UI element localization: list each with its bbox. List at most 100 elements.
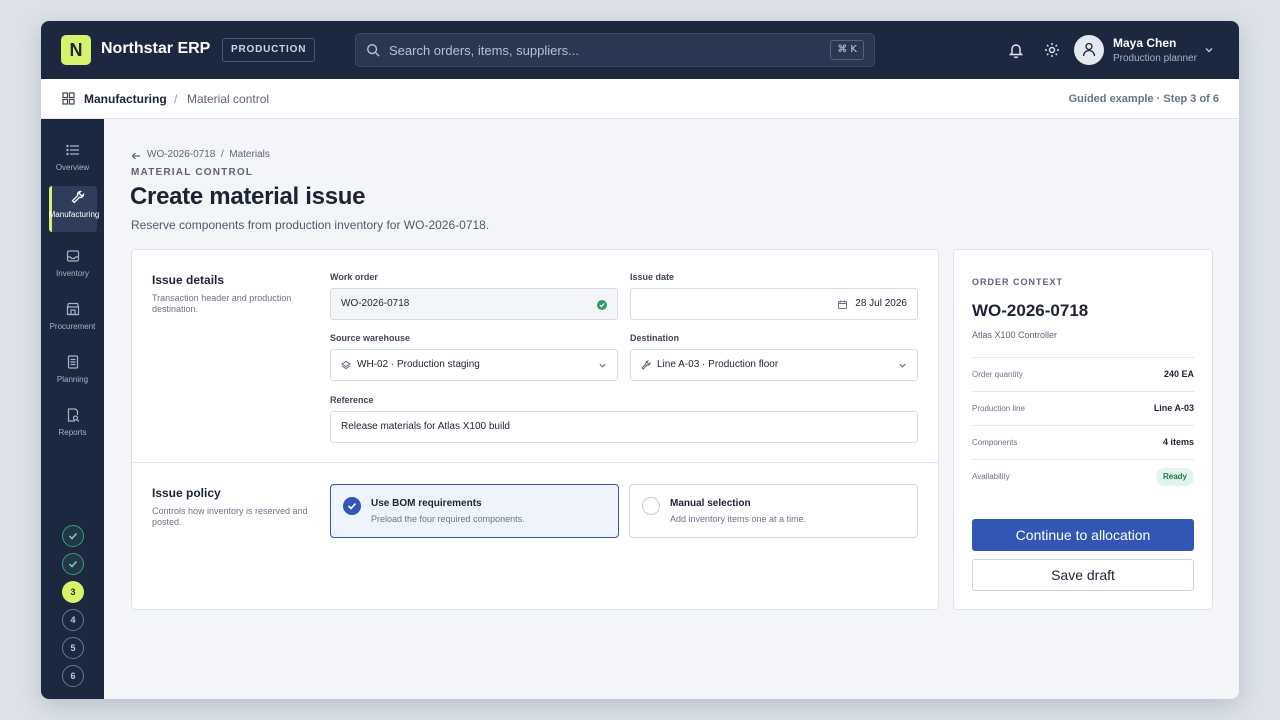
save-draft-button[interactable]: Save draft — [972, 559, 1194, 591]
warehouse-icon — [341, 360, 351, 370]
option-title: Manual selection — [670, 498, 751, 509]
sidebar-item-overview[interactable]: Overview — [41, 139, 104, 185]
step-3-indicator: 3 — [62, 581, 84, 603]
radio-selected[interactable] — [343, 497, 361, 515]
sidebar-item-inventory[interactable]: Inventory — [41, 245, 104, 291]
page-title: Create material issue — [130, 183, 366, 210]
context-value: Line A-03 — [1153, 403, 1194, 413]
context-row-components: Components 4 items — [972, 425, 1194, 459]
list-icon — [66, 144, 79, 156]
step-5-indicator: 5 — [62, 637, 84, 659]
sidebar-item-label: Reports — [58, 428, 87, 437]
breadcrumb-separator: / — [174, 92, 178, 106]
product-name: Atlas X100 Controller — [972, 330, 1058, 340]
option-description: Preload the four required components. — [371, 514, 525, 524]
check-circle-icon — [597, 300, 607, 310]
order-context-card: ORDER CONTEXT WO-2026-0718 Atlas X100 Co… — [953, 249, 1213, 610]
step-6-indicator: 6 — [62, 665, 84, 687]
global-search[interactable]: ⌘ K — [355, 33, 875, 67]
grid-icon — [62, 92, 75, 105]
bell-icon[interactable] — [1007, 41, 1025, 59]
user-name[interactable]: Maya Chen — [1113, 36, 1176, 50]
order-number: WO-2026-0718 — [972, 301, 1089, 320]
option-description: Add inventory items one at a time. — [670, 514, 807, 524]
sidebar-item-label: Overview — [55, 163, 90, 172]
store-icon — [66, 302, 80, 316]
context-row-availability: Availability Ready — [972, 459, 1194, 493]
source-warehouse-label: Source warehouse — [330, 333, 411, 343]
environment-badge: PRODUCTION — [222, 38, 316, 62]
issue-policy-title: Issue policy — [152, 486, 221, 500]
step-4-indicator: 4 — [62, 609, 84, 631]
work-order-value: WO-2026-0718 — [341, 298, 410, 309]
user-icon — [1082, 42, 1096, 57]
wrench-icon — [641, 360, 651, 370]
step-2-indicator — [62, 553, 84, 575]
guide-progress: Guided example · Step 3 of 6 — [1068, 93, 1219, 105]
option-use-bom[interactable]: Use BOM requirements Preload the four re… — [330, 484, 619, 538]
avatar[interactable] — [1074, 35, 1104, 65]
destination-label: Destination — [630, 333, 680, 343]
breadcrumb-page: Material control — [187, 92, 270, 106]
issue-details-title: Issue details — [152, 273, 225, 287]
breadcrumb-section[interactable]: Manufacturing — [84, 92, 167, 106]
context-row-line: Production line Line A-03 — [972, 391, 1194, 425]
report-search-icon — [67, 408, 80, 422]
issue-form-card: Issue details Transaction header and pro… — [131, 249, 939, 610]
chevron-down-icon[interactable] — [1204, 45, 1214, 55]
context-key: Availability — [972, 472, 1010, 481]
inbox-icon — [66, 250, 80, 262]
source-warehouse-value: WH-02 · Production staging — [357, 359, 480, 370]
sidebar-item-procurement[interactable]: Procurement — [41, 298, 104, 344]
side-rail: Overview Manufacturing Inventory Procure… — [41, 119, 104, 699]
section-divider — [132, 462, 938, 463]
step-1-indicator — [62, 525, 84, 547]
wrench-icon — [71, 190, 85, 204]
sidebar-item-label: Procurement — [49, 322, 96, 331]
app-window: N Northstar ERP PRODUCTION ⌘ K Maya Chen… — [41, 21, 1239, 699]
option-title: Use BOM requirements — [371, 498, 482, 509]
check-icon — [347, 502, 357, 510]
work-order-label: Work order — [330, 272, 378, 282]
reference-field[interactable]: Release materials for Atlas X100 build — [330, 411, 918, 443]
sidebar-item-reports[interactable]: Reports — [41, 404, 104, 450]
search-input[interactable] — [389, 34, 819, 66]
destination-select[interactable]: Line A-03 · Production floor — [630, 349, 918, 381]
context-key: Order quantity — [972, 370, 1023, 379]
context-key: Production line — [972, 404, 1025, 413]
context-row-quantity: Order quantity 240 EA — [972, 357, 1194, 391]
work-order-field[interactable]: WO-2026-0718 — [330, 288, 618, 320]
order-context-eyebrow: ORDER CONTEXT — [972, 277, 1064, 287]
radio-unselected[interactable] — [642, 497, 660, 515]
gear-icon[interactable] — [1043, 41, 1061, 59]
page-subtitle: Reserve components from production inven… — [131, 218, 490, 232]
check-icon — [68, 560, 78, 568]
context-key: Components — [972, 438, 1018, 447]
sidebar-item-manufacturing[interactable]: Manufacturing — [49, 186, 99, 232]
status-badge: Ready — [1155, 468, 1194, 486]
issue-date-value: 28 Jul 2026 — [855, 298, 907, 309]
reference-value: Release materials for Atlas X100 build — [341, 421, 510, 432]
destination-value: Line A-03 · Production floor — [657, 359, 779, 370]
source-warehouse-select[interactable]: WH-02 · Production staging — [330, 349, 618, 381]
sidebar-item-label: Manufacturing — [48, 210, 100, 219]
context-value: 240 EA — [1163, 369, 1194, 379]
chevron-down-icon — [599, 363, 606, 368]
continue-to-allocation-button[interactable]: Continue to allocation — [972, 519, 1194, 551]
arrow-left-icon[interactable] — [131, 151, 141, 161]
breadcrumb: Manufacturing / Material control Guided … — [41, 79, 1239, 119]
sidebar-item-planning[interactable]: Planning — [41, 351, 104, 397]
sidebar-item-label: Planning — [56, 375, 89, 384]
app-name: Northstar ERP — [101, 40, 211, 57]
calendar-icon — [838, 300, 847, 309]
order-breadcrumb[interactable]: WO-2026-0718 / Materials — [147, 149, 270, 160]
sidebar-item-label: Inventory — [56, 269, 89, 278]
page-eyebrow: MATERIAL CONTROL — [131, 167, 254, 178]
user-role: Production planner — [1113, 53, 1197, 64]
option-manual-selection[interactable]: Manual selection Add inventory items one… — [629, 484, 918, 538]
search-icon — [367, 44, 380, 57]
check-icon — [68, 532, 78, 540]
issue-date-field[interactable]: 28 Jul 2026 — [630, 288, 918, 320]
context-value: 4 items — [1162, 437, 1194, 447]
app-logo[interactable]: N — [61, 35, 91, 65]
